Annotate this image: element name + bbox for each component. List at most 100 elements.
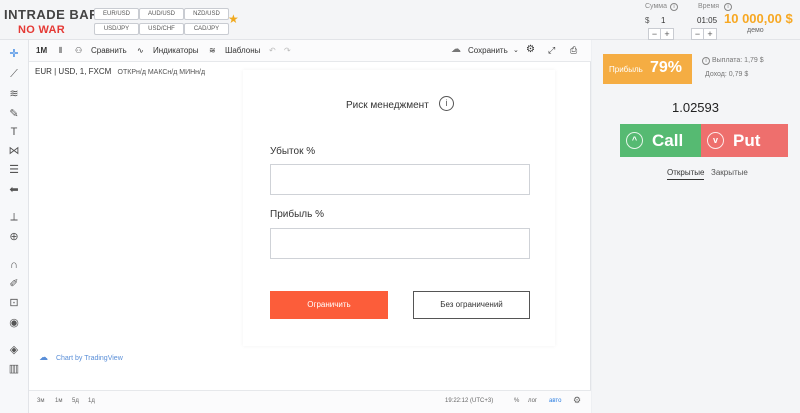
chart-clock: 19:22:12 (UTC+3) — [445, 398, 494, 404]
payout-text: Выплата: 1,79 $ — [711, 57, 764, 64]
magnet-icon[interactable]: ∩ — [6, 257, 22, 273]
time-label: Время — [698, 3, 720, 10]
pair-usdjpy[interactable]: USD/JPY — [94, 23, 139, 35]
risk-management-dialog: Риск менеджмент i Убыток % Прибыль % Огр… — [243, 70, 555, 346]
templates-button[interactable]: Шаблоны — [225, 46, 260, 55]
scale-settings-icon[interactable]: ⚙ — [573, 395, 581, 406]
range-5d[interactable]: 5д — [72, 398, 79, 404]
legend-symbol[interactable]: EUR | USD, 1, FXCM — [35, 67, 111, 76]
tradingview-attribution[interactable]: ☁ Chart by TradingView — [39, 352, 123, 363]
trash-icon[interactable]: ▥ — [6, 361, 22, 377]
auto-toggle[interactable]: авто — [549, 398, 561, 404]
lock-drawing-icon[interactable]: ✐ — [6, 276, 22, 292]
brush-icon[interactable]: ✎ — [6, 106, 22, 122]
chevron-up-icon: ^ — [626, 132, 643, 149]
chart-toolbar: 1M ⫴ ⚇ Сравнить ∿ Индикаторы ≋ Шаблоны ↶… — [29, 40, 591, 62]
range-1d[interactable]: 1д — [88, 398, 95, 404]
candle-type-icon[interactable]: ⫴ — [59, 46, 62, 56]
top-header: INTRADE BAR NO WAR EUR/USD AUD/USD NZD/U… — [0, 0, 800, 40]
lock-icon[interactable]: ⊡ — [6, 295, 22, 311]
call-button[interactable]: ^ Call — [620, 124, 707, 157]
range-1m[interactable]: 1м — [55, 398, 62, 404]
save-button[interactable]: Сохранить — [468, 46, 508, 55]
put-button[interactable]: v Put — [701, 124, 788, 157]
settings-icon[interactable]: ⚙ — [526, 44, 535, 55]
loss-label: Убыток % — [270, 146, 316, 157]
info-icon[interactable]: i — [439, 96, 454, 111]
time-input[interactable]: 01:05 — [697, 16, 717, 25]
compare-button[interactable]: Сравнить — [91, 46, 127, 55]
indicators-button[interactable]: Индикаторы — [153, 46, 198, 55]
profit-percent-input[interactable] — [270, 228, 530, 259]
balance-value: 10 000,00 $ — [724, 11, 793, 26]
chevron-down-icon: v — [707, 132, 724, 149]
fib-icon[interactable]: ≋ — [6, 86, 22, 102]
pattern-icon[interactable]: ⋈ — [6, 143, 22, 159]
cloud-icon[interactable]: ☁ — [451, 44, 461, 55]
save-menu-chevron-down-icon[interactable]: ⌄ — [513, 46, 519, 54]
range-3m[interactable]: 3м — [37, 398, 44, 404]
eye-icon[interactable]: ◉ — [6, 315, 22, 331]
no-limit-button[interactable]: Без ограничений — [413, 291, 530, 319]
text-icon[interactable]: T — [6, 124, 22, 140]
time-plus-button[interactable]: + — [704, 29, 716, 39]
pair-cadjpy[interactable]: CAD/JPY — [184, 23, 229, 35]
undo-icon[interactable]: ↶ — [269, 46, 276, 55]
trade-panel: Прибыль 79% i Выплата: 1,79 $ Доход: 0,7… — [592, 40, 800, 413]
current-price: 1.02593 — [672, 100, 719, 115]
brand-logo[interactable]: INTRADE BAR — [4, 7, 99, 22]
trendline-icon[interactable]: ⟋ — [6, 66, 22, 82]
crosshair-icon[interactable]: ✛ — [6, 46, 22, 62]
amount-info-icon[interactable]: i — [670, 3, 678, 11]
amount-plus-button[interactable]: + — [661, 29, 673, 39]
fullscreen-icon[interactable]: ⤢ — [548, 45, 555, 56]
layers-icon[interactable]: ◈ — [6, 342, 22, 358]
amount-label: Сумма — [645, 3, 667, 10]
indicators-icon[interactable]: ∿ — [137, 46, 144, 55]
redo-icon[interactable]: ↷ — [284, 46, 291, 55]
time-stepper[interactable]: − + — [691, 28, 717, 40]
no-war-banner: NO WAR — [18, 24, 66, 36]
amount-minus-button[interactable]: − — [649, 29, 661, 39]
loss-percent-input[interactable] — [270, 164, 530, 195]
call-label: Call — [652, 131, 684, 150]
income-text: Доход: 0,79 $ — [705, 71, 749, 78]
amount-input[interactable]: 1 — [661, 16, 665, 25]
tab-open-trades[interactable]: Открытые — [667, 168, 705, 180]
compare-icon[interactable]: ⚇ — [75, 46, 82, 55]
arrow-left-icon[interactable]: ⬅ — [6, 182, 22, 198]
ruler-icon[interactable]: ⟂ — [6, 209, 22, 225]
series-legend: EUR | USD, 1, FXCM ОТКРн/д МАКСн/д МИНн/… — [35, 67, 205, 76]
time-info-icon[interactable]: i — [724, 3, 732, 11]
put-label: Put — [733, 131, 761, 150]
log-toggle[interactable]: лог — [528, 398, 537, 404]
camera-icon[interactable]: ⎙ — [570, 45, 577, 56]
pair-eurusd[interactable]: EUR/USD — [94, 8, 139, 20]
pair-nzdusd[interactable]: NZD/USD — [184, 8, 229, 20]
chart-bottom-bar: 3м 1м 5д 1д 19:22:12 (UTC+3) % лог авто … — [29, 390, 591, 413]
interval-selector[interactable]: 1M — [36, 46, 47, 55]
profit-label: Прибыль % — [270, 209, 324, 220]
pair-audusd[interactable]: AUD/USD — [139, 8, 184, 20]
limit-button[interactable]: Ограничить — [270, 291, 388, 319]
profit-badge-value: 79% — [650, 59, 683, 76]
tab-closed-trades[interactable]: Закрытые — [711, 168, 748, 177]
legend-ohlc: ОТКРн/д МАКСн/д МИНн/д — [117, 69, 206, 76]
pair-usdchf[interactable]: USD/CHF — [139, 23, 184, 35]
payout-info: i Выплата: 1,79 $ — [702, 57, 764, 65]
prediction-icon[interactable]: ☰ — [6, 162, 22, 178]
time-minus-button[interactable]: − — [692, 29, 704, 39]
star-icon[interactable]: ★ — [228, 12, 239, 26]
percent-toggle[interactable]: % — [514, 398, 519, 404]
tradingview-logo-icon: ☁ — [39, 352, 48, 362]
zoom-icon[interactable]: ⊕ — [6, 229, 22, 245]
profit-percent-badge: Прибыль 79% — [603, 54, 692, 84]
payout-info-icon[interactable]: i — [702, 57, 710, 65]
templates-icon[interactable]: ≋ — [209, 46, 216, 55]
profit-badge-label: Прибыль — [609, 65, 643, 74]
drawing-toolbar: ✛ ⟋ ≋ ✎ T ⋈ ☰ ⬅ ⟂ ⊕ ∩ ✐ ⊡ ◉ ◈ ▥ — [0, 40, 29, 413]
dialog-title: Риск менеджмент — [346, 100, 429, 111]
tradingview-link[interactable]: Chart by TradingView — [56, 355, 123, 362]
amount-stepper[interactable]: − + — [648, 28, 674, 40]
account-type[interactable]: демо — [747, 27, 764, 34]
